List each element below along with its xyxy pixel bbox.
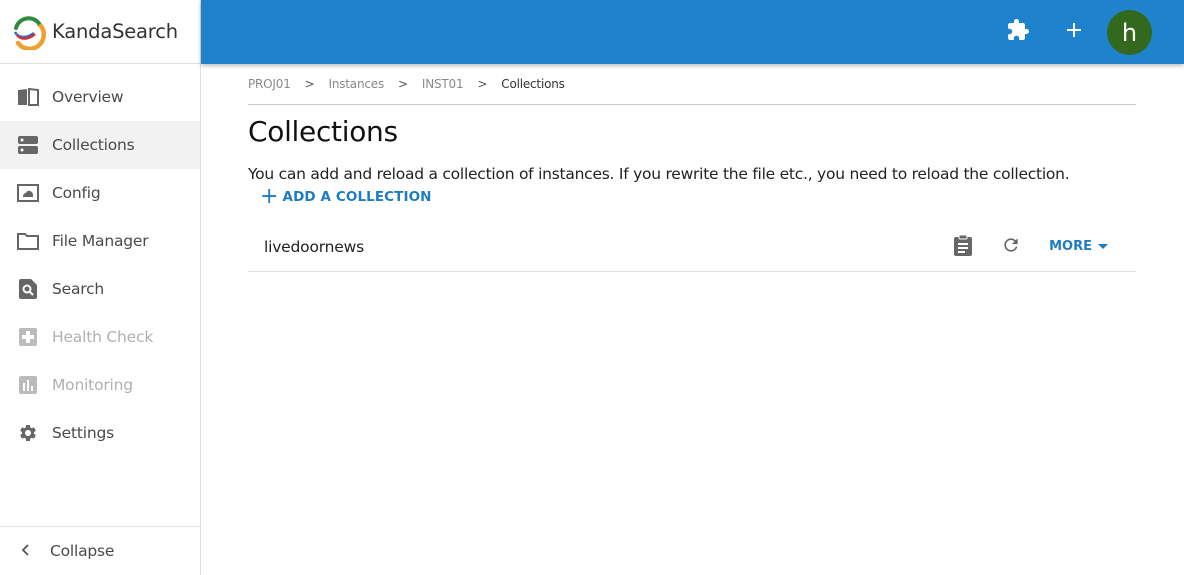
sidebar-item-label: Collections (52, 136, 135, 154)
folder-icon (17, 230, 39, 252)
add-button[interactable] (1061, 19, 1087, 45)
collapse-button[interactable]: Collapse (0, 526, 200, 575)
sidebar-item-label: Health Check (52, 328, 154, 346)
more-label: MORE (1049, 239, 1092, 254)
sidebar-item-search[interactable]: Search (0, 265, 200, 313)
breadcrumb-instance[interactable]: INST01 (422, 77, 464, 91)
app-name: KandaSearch (52, 20, 178, 43)
collapse-label: Collapse (50, 542, 115, 560)
kandasearch-logo-icon (13, 15, 46, 50)
sidebar-item-label: Search (52, 280, 105, 298)
add-collection-label: ADD A COLLECTION (282, 189, 432, 205)
sidebar-item-label: Overview (52, 88, 124, 106)
caret-down-icon (1098, 244, 1108, 249)
sidebar-item-file-manager[interactable]: File Manager (0, 217, 200, 265)
chevron-right-icon: > (304, 77, 315, 91)
page-title: Collections (248, 115, 398, 148)
breadcrumb-instances[interactable]: Instances (329, 77, 385, 91)
sidebar-item-label: Config (52, 184, 101, 202)
clipboard-icon (953, 234, 973, 260)
more-menu-button[interactable]: MORE (1049, 239, 1108, 254)
chevron-right-icon: > (477, 77, 488, 91)
sidebar-item-health-check[interactable]: Health Check (0, 313, 200, 361)
server-icon (17, 134, 39, 156)
book-open-icon (17, 86, 39, 108)
refresh-icon (1001, 235, 1021, 259)
page-description: You can add and reload a collection of i… (248, 165, 1070, 183)
add-collection-button[interactable]: + ADD A COLLECTION (260, 184, 432, 209)
logo[interactable]: KandaSearch (0, 0, 200, 64)
sidebar-item-label: Settings (52, 424, 114, 442)
chevron-right-icon: > (398, 77, 408, 91)
gear-icon (17, 422, 39, 444)
sidebar-item-config[interactable]: Config (0, 169, 200, 217)
sidebar-item-label: Monitoring (52, 376, 133, 394)
plus-icon: + (260, 184, 279, 209)
bar-chart-icon (17, 374, 39, 396)
clipboard-button[interactable] (951, 234, 975, 260)
sidebar-item-settings[interactable]: Settings (0, 409, 200, 457)
main-content: PROJ01 > Instances > INST01 > Collection… (248, 64, 1136, 272)
sidebar: KandaSearch Overview Collections Config … (0, 0, 201, 575)
sidebar-item-overview[interactable]: Overview (0, 73, 200, 121)
reload-button[interactable] (999, 235, 1023, 259)
file-search-icon (17, 278, 39, 300)
breadcrumb-current: Collections (501, 77, 565, 91)
breadcrumb: PROJ01 > Instances > INST01 > Collection… (248, 64, 1136, 105)
breadcrumb-project[interactable]: PROJ01 (248, 77, 291, 91)
top-app-bar: h (201, 0, 1184, 64)
user-avatar[interactable]: h (1107, 10, 1152, 55)
sidebar-nav: Overview Collections Config File Manager… (0, 64, 200, 457)
sidebar-item-collections[interactable]: Collections (0, 121, 200, 169)
collection-name: livedoornews (264, 237, 364, 256)
collection-row: livedoornews MORE (248, 222, 1136, 272)
sidebar-item-monitoring[interactable]: Monitoring (0, 361, 200, 409)
sidebar-item-label: File Manager (52, 232, 149, 250)
medical-plus-icon (17, 326, 39, 348)
chevron-left-icon (20, 542, 30, 561)
extensions-button[interactable] (1005, 19, 1031, 45)
puzzle-icon (1006, 18, 1030, 46)
cloud-box-icon (17, 182, 39, 204)
plus-icon (1065, 21, 1083, 43)
